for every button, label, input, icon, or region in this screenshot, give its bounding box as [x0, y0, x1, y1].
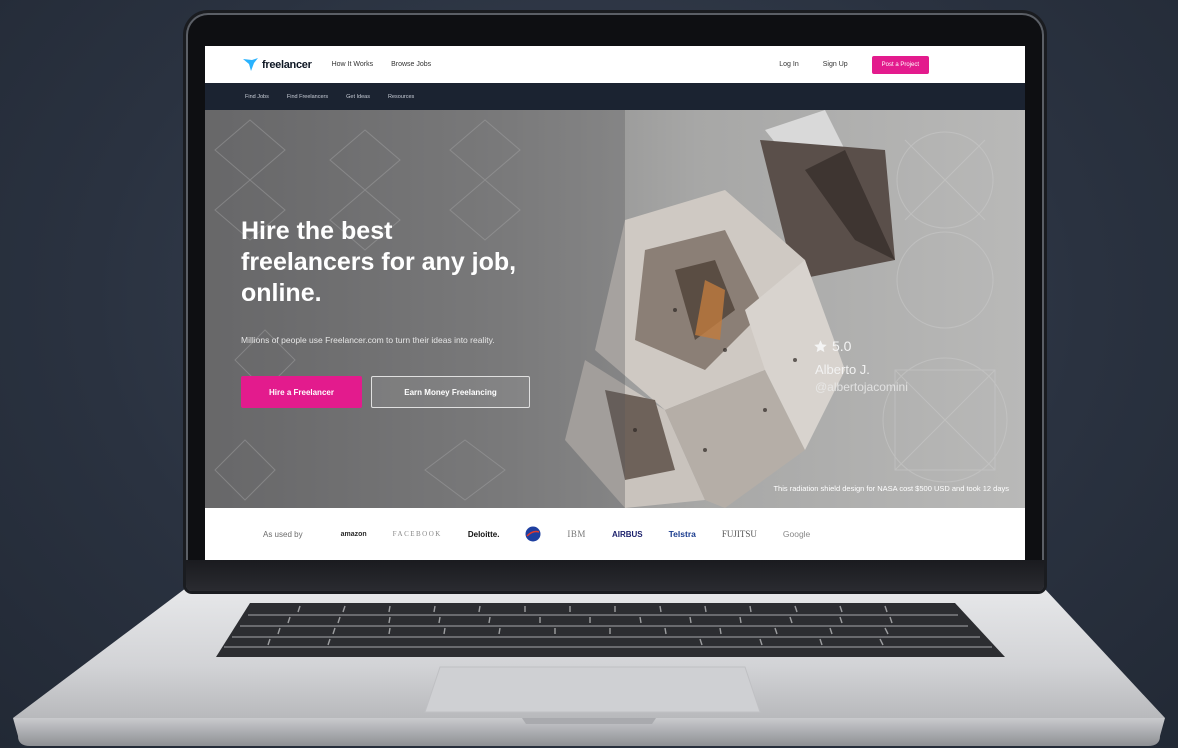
freelancer-rating: 5.0	[813, 338, 851, 354]
airbus-logo: AIRBUS	[611, 529, 643, 539]
nasa-logo-icon	[525, 526, 541, 542]
hero-title-line-3: online.	[241, 279, 322, 307]
used-by-bar: As used by amazon FACEBOOK Deloitte. IBM…	[205, 508, 1025, 560]
used-by-label: As used by	[263, 529, 303, 539]
ibm-logo: IBM	[567, 529, 586, 539]
nav-browse-jobs[interactable]: Browse Jobs	[391, 61, 431, 68]
hero-title-line-1: Hire the best	[241, 217, 393, 245]
freelancer-name[interactable]: Alberto J.	[815, 362, 870, 377]
hire-freelancer-button[interactable]: Hire a Freelancer	[241, 376, 362, 408]
subnav-find-jobs[interactable]: Find Jobs	[245, 94, 269, 100]
hero-title-line-2: freelancers for any job,	[241, 248, 517, 276]
top-navbar: freelancer How It Works Browse Jobs Log …	[205, 46, 1025, 83]
nav-how-it-works[interactable]: How It Works	[332, 61, 374, 68]
star-icon	[814, 339, 827, 352]
rating-value: 5.0	[832, 338, 852, 354]
earn-money-button[interactable]: Earn Money Freelancing	[371, 376, 530, 408]
hero-caption: This radiation shield design for NASA co…	[773, 484, 1009, 493]
telstra-logo: Telstra	[668, 529, 696, 539]
subnav-resources[interactable]: Resources	[388, 94, 414, 100]
signup-link[interactable]: Sign Up	[823, 61, 848, 68]
post-project-button[interactable]: Post a Project	[871, 55, 929, 74]
laptop-bottom-bezel	[186, 560, 1044, 591]
google-logo: Google	[782, 529, 811, 539]
deloitte-logo: Deloitte.	[467, 529, 500, 539]
hero-section: Hire the best freelancers for any job, o…	[205, 110, 1025, 508]
laptop-screen: freelancer How It Works Browse Jobs Log …	[205, 46, 1025, 560]
subnav-get-ideas[interactable]: Get Ideas	[346, 94, 370, 100]
freelancer-logo[interactable]: freelancer	[243, 57, 312, 72]
hero-title: Hire the best freelancers for any job, o…	[241, 216, 561, 309]
logo-bird-icon	[243, 57, 258, 71]
sub-navbar: Find Jobs Find Freelancers Get Ideas Res…	[205, 83, 1025, 110]
subnav-find-freelancers[interactable]: Find Freelancers	[287, 94, 328, 100]
login-link[interactable]: Log In	[779, 61, 798, 68]
freelancer-handle[interactable]: @albertojacomini	[815, 380, 908, 394]
hero-subtitle: Millions of people use Freelancer.com to…	[241, 335, 495, 345]
facebook-logo: FACEBOOK	[392, 530, 442, 538]
amazon-logo: amazon	[340, 530, 367, 538]
hero-background-image	[205, 110, 1008, 508]
logo-text: freelancer	[262, 58, 312, 71]
fujitsu-logo: FUJITSU	[721, 529, 757, 539]
